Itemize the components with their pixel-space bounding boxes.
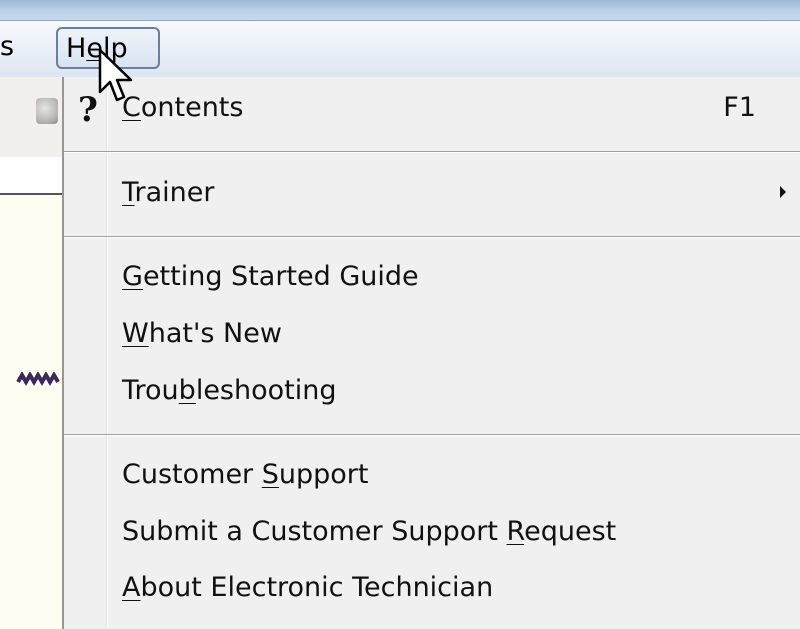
menu-separator (64, 236, 800, 238)
menu-item-contents-shortcut: F1 (723, 92, 756, 123)
toolbar-tool-icon[interactable] (36, 98, 58, 124)
menu-item-troubleshooting[interactable]: Troubleshooting (64, 365, 800, 417)
help-dropdown-menu: ? Contents F1 Trainer Getting Started Gu… (62, 77, 800, 629)
menu-item-getting-started-label: Getting Started Guide (122, 261, 419, 292)
menu-item-contents[interactable]: ? Contents F1 (64, 82, 800, 134)
component-symbol-icon (16, 372, 60, 386)
menu-bar: s Help (0, 20, 800, 77)
menu-item-customer-support[interactable]: Customer Support (64, 449, 800, 501)
menu-item-getting-started[interactable]: Getting Started Guide (64, 251, 800, 303)
menu-help-label-start: H (66, 33, 87, 64)
menu-item-about-label: About Electronic Technician (122, 572, 494, 603)
window-title-bar (0, 0, 800, 20)
app-divider (0, 193, 62, 195)
menu-item-about[interactable]: About Electronic Technician (64, 562, 800, 614)
menu-item-trainer[interactable]: Trainer (64, 167, 800, 219)
menu-help-mnemonic: e (86, 33, 103, 64)
menu-help[interactable]: Help (56, 27, 160, 69)
menu-item-trainer-label: Trainer (122, 177, 215, 208)
menu-help-label-end: lp (102, 33, 128, 64)
menu-item-customer-support-label: Customer Support (122, 459, 369, 490)
screen: s Help ? Contents F1 Trainer Getting Sta… (0, 0, 800, 629)
menu-item-troubleshooting-label: Troubleshooting (122, 375, 337, 406)
menu-separator (64, 434, 800, 436)
menu-item-contents-label: Contents (122, 92, 244, 123)
menu-previous[interactable]: s (0, 27, 40, 69)
menu-item-whats-new-label: What's New (122, 318, 282, 349)
menu-item-submit-request-label: Submit a Customer Support Request (122, 516, 617, 547)
menu-previous-label: s (0, 31, 15, 62)
submenu-arrow-icon (780, 186, 786, 198)
help-question-icon: ? (78, 90, 98, 130)
app-content-area (0, 196, 62, 629)
menu-item-submit-request[interactable]: Submit a Customer Support Request (64, 506, 800, 558)
menu-item-whats-new[interactable]: What's New (64, 308, 800, 360)
menu-separator (64, 151, 800, 153)
